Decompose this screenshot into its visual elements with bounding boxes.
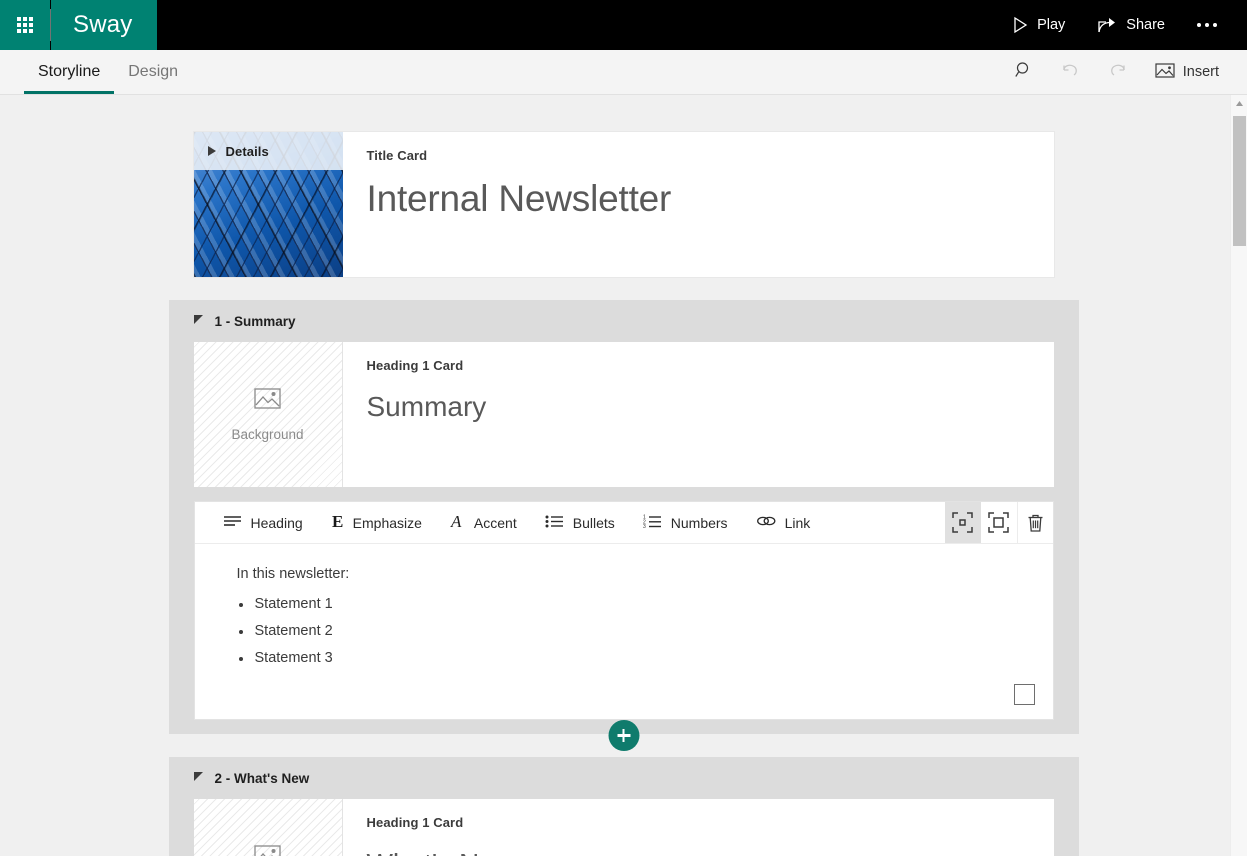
background-label: Background	[231, 427, 304, 442]
top-bar-spacer	[156, 0, 997, 50]
section-title: 2 - What's New	[214, 770, 310, 786]
numbers-format-label: Numbers	[670, 514, 728, 531]
link-format-label: Link	[784, 514, 811, 531]
svg-text:E: E	[332, 513, 343, 530]
italic-a-icon: A	[450, 512, 465, 533]
heading-text[interactable]: What's New	[367, 848, 1030, 856]
heading-format-button[interactable]: Heading	[209, 502, 317, 543]
title-card-kind: Title Card	[366, 148, 428, 163]
app-launcher-button[interactable]	[0, 0, 50, 50]
storyline-canvas: Details Title Card Internal Newsletter 1…	[0, 95, 1247, 856]
card-background-picker[interactable]: Background	[193, 342, 343, 487]
section-title: 1 - Summary	[214, 313, 296, 329]
title-card-body: Title Card Internal Newsletter	[343, 132, 1054, 277]
search-magnifier-icon	[1015, 61, 1033, 83]
ribbon-tabs: Storyline Design	[0, 50, 192, 94]
collapse-triangle-icon	[193, 772, 203, 781]
play-button[interactable]: Play	[996, 0, 1081, 50]
app-launcher-waffle-icon	[17, 17, 33, 33]
scrollbar-thumb[interactable]	[1233, 116, 1246, 246]
redo-arrow-icon	[1108, 61, 1127, 83]
undo-arrow-icon	[1061, 61, 1080, 83]
heading-card-body: Heading 1 Card What's New	[343, 799, 1054, 856]
search-button[interactable]	[1001, 50, 1047, 94]
insert-label: Insert	[1182, 64, 1219, 80]
bold-e-icon: E	[331, 512, 344, 533]
list-item: Statement 1	[237, 596, 1053, 612]
svg-text:3: 3	[643, 524, 646, 529]
insert-button[interactable]: Insert	[1141, 50, 1233, 94]
share-arrow-icon	[1097, 16, 1117, 34]
ribbon-actions: Insert	[1001, 50, 1247, 94]
formatting-toolbar: Heading E Emphasize A Accent Bullets 1 2…	[194, 502, 1053, 544]
accent-format-label: Accent	[473, 514, 517, 531]
numbers-format-button[interactable]: 1 2 3 Numbers	[629, 502, 742, 543]
svg-text:A: A	[450, 513, 462, 530]
details-expander[interactable]: Details	[193, 132, 343, 170]
card-kind-label: Heading 1 Card	[366, 815, 464, 830]
section-whats-new: 2 - What's New Background Heading 1 Card	[168, 757, 1079, 856]
top-bar: Sway Play Share	[0, 0, 1247, 50]
heading-card-body: Heading 1 Card Summary	[343, 342, 1054, 487]
heading-format-label: Heading	[250, 514, 303, 531]
ribbon-bar: Storyline Design Insert	[0, 50, 1247, 95]
undo-button[interactable]	[1047, 50, 1094, 94]
resize-handle-box[interactable]	[1013, 684, 1035, 705]
trash-delete-icon[interactable]	[1016, 502, 1053, 543]
tab-design[interactable]: Design	[114, 50, 192, 94]
card-background-picker[interactable]: Background	[193, 799, 343, 856]
add-plus-icon[interactable]	[608, 720, 639, 751]
heading-lines-icon	[223, 514, 242, 532]
bullet-list-icon	[545, 514, 564, 532]
vertical-scrollbar[interactable]	[1230, 95, 1247, 856]
focus-small-icon[interactable]	[944, 502, 981, 543]
image-placeholder-icon	[254, 387, 281, 415]
text-card-content[interactable]: In this newsletter: Statement 1 Statemen…	[195, 544, 1053, 719]
top-bar-actions: Play Share	[996, 0, 1247, 50]
canvas-inner: Details Title Card Internal Newsletter 1…	[0, 95, 1247, 856]
insert-image-icon	[1155, 62, 1175, 83]
focus-large-icon[interactable]	[981, 502, 1017, 543]
play-triangle-icon	[1012, 16, 1028, 34]
text-card: Heading E Emphasize A Accent Bullets 1 2…	[193, 501, 1054, 720]
link-chain-icon	[756, 514, 776, 531]
image-placeholder-icon	[254, 844, 281, 856]
ellipsis-icon	[1197, 23, 1217, 27]
accent-format-button[interactable]: A Accent	[436, 502, 531, 543]
section-header-whats-new[interactable]: 2 - What's New	[193, 757, 1054, 799]
list-item: Statement 3	[237, 650, 1053, 666]
scroll-up-arrow-icon[interactable]	[1231, 95, 1247, 112]
emphasize-format-label: Emphasize	[352, 514, 422, 531]
link-format-button[interactable]: Link	[742, 502, 825, 543]
emphasize-format-button[interactable]: E Emphasize	[317, 502, 436, 543]
heading-text[interactable]: Summary	[367, 391, 1030, 423]
card-kind-label: Heading 1 Card	[366, 358, 464, 373]
more-options-button[interactable]	[1181, 0, 1233, 50]
share-button[interactable]: Share	[1081, 0, 1181, 50]
bullets-format-label: Bullets	[572, 514, 615, 531]
heading-card-summary[interactable]: Background Heading 1 Card Summary	[193, 342, 1054, 487]
bullets-format-button[interactable]: Bullets	[531, 502, 629, 543]
title-card-thumbnail[interactable]: Details	[193, 132, 343, 277]
title-card-title[interactable]: Internal Newsletter	[367, 178, 1030, 220]
list-item: Statement 2	[237, 623, 1053, 639]
details-label: Details	[225, 143, 269, 159]
redo-button[interactable]	[1094, 50, 1141, 94]
tab-storyline[interactable]: Storyline	[24, 50, 115, 94]
share-label: Share	[1126, 17, 1165, 33]
bullet-list: Statement 1 Statement 2 Statement 3	[237, 596, 1053, 666]
play-label: Play	[1037, 17, 1066, 33]
section-header-summary[interactable]: 1 - Summary	[193, 300, 1054, 342]
section-summary: 1 - Summary Background Heading 1 Card Su…	[168, 300, 1079, 751]
title-card[interactable]: Details Title Card Internal Newsletter	[193, 132, 1054, 277]
heading-card-whats-new[interactable]: Background Heading 1 Card What's New	[193, 799, 1054, 856]
toolbar-right-tools	[944, 502, 1053, 543]
ribbon-spacer	[192, 50, 1001, 94]
collapse-triangle-icon	[193, 315, 203, 324]
intro-text: In this newsletter:	[236, 566, 350, 582]
numbered-list-icon: 1 2 3	[643, 514, 662, 532]
expander-triangle-icon	[207, 146, 216, 156]
brand-title[interactable]: Sway	[51, 0, 157, 50]
